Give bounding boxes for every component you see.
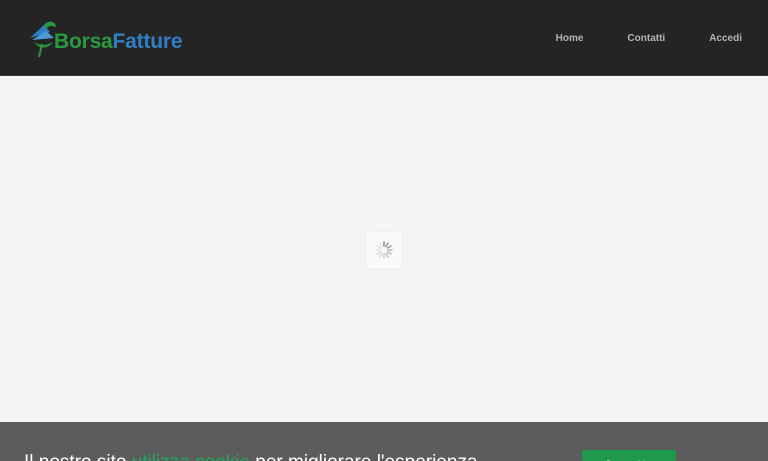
cookie-text-highlight[interactable]: utilizza cookie [132, 452, 250, 461]
spinner-icon [375, 241, 393, 259]
main-content [0, 76, 768, 422]
logo-text-borsa: Borsa [54, 30, 113, 53]
page-loader [366, 232, 402, 268]
logo-text-fatture: Fatture [112, 30, 183, 53]
cookie-text-after: per migliorare l'esperienza [255, 452, 477, 461]
cookie-text-before: Il nostro sito [24, 452, 126, 461]
cookie-accept-button[interactable]: Accetto [582, 450, 676, 461]
cookie-consent-text: Il nostro sito utilizza cookie per migli… [24, 452, 478, 461]
logo-text: BorsaFatture [54, 30, 183, 54]
site-logo[interactable]: BorsaFatture [26, 16, 183, 60]
site-header: BorsaFatture Home Contatti Accedi [0, 0, 768, 76]
main-nav: Home Contatti Accedi [512, 0, 742, 76]
nav-contatti-link[interactable]: Contatti [627, 33, 665, 44]
nav-accedi-link[interactable]: Accedi [709, 33, 742, 44]
cookie-consent-bar: Il nostro sito utilizza cookie per migli… [0, 422, 768, 461]
nav-home-link[interactable]: Home [556, 33, 584, 44]
page: BorsaFatture Home Contatti Accedi [0, 0, 768, 461]
